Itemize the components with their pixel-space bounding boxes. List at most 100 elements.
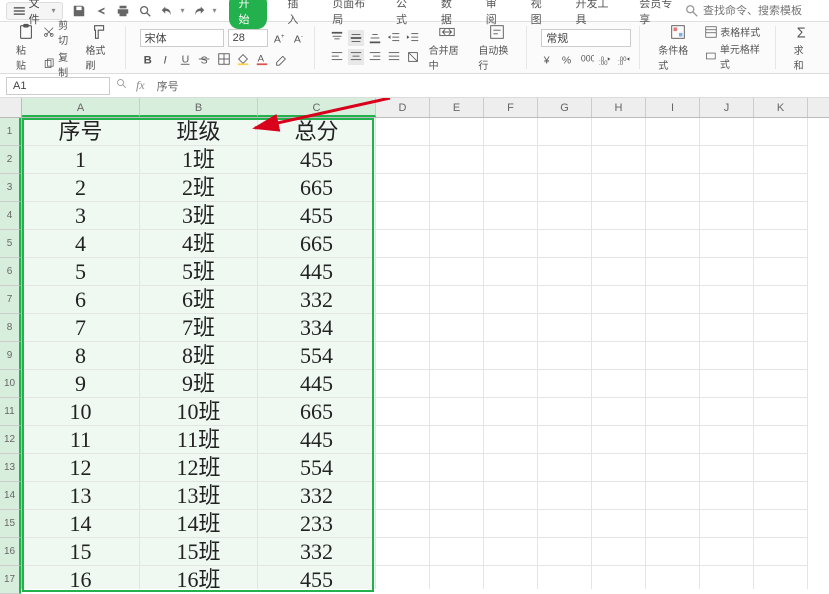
cell[interactable] [646,118,700,146]
cell[interactable]: 3班 [140,202,258,230]
cell[interactable] [754,146,808,174]
align-middle-icon[interactable] [348,30,364,46]
cells-area[interactable]: 序号班级总分11班45522班66533班45544班66555班44566班3… [22,118,829,589]
cell[interactable] [646,202,700,230]
justify-icon[interactable] [386,49,402,65]
cell[interactable]: 445 [258,370,376,398]
comma-icon[interactable]: 000 [579,51,595,67]
cell[interactable] [700,258,754,286]
cell[interactable]: 332 [258,286,376,314]
row-header-8[interactable]: 8 [0,314,21,342]
cell[interactable] [646,482,700,510]
cell[interactable] [376,566,430,589]
cell[interactable] [430,510,484,538]
cell[interactable] [538,538,592,566]
cell[interactable] [538,314,592,342]
share-icon[interactable] [93,3,109,19]
cell[interactable] [592,314,646,342]
cell[interactable] [646,286,700,314]
cell[interactable] [754,566,808,589]
cell[interactable] [430,174,484,202]
cell[interactable] [646,174,700,202]
cell[interactable]: 15 [22,538,140,566]
increase-indent-icon[interactable] [405,30,421,46]
fx-icon[interactable]: fx [136,78,145,93]
cell[interactable] [376,510,430,538]
cell[interactable] [484,370,538,398]
copy-button[interactable]: 复制 [43,49,77,79]
row-header-17[interactable]: 17 [0,566,21,594]
align-center-icon[interactable] [348,49,364,65]
cut-button[interactable]: 剪切 [43,17,77,47]
cell[interactable] [700,426,754,454]
cell[interactable]: 4班 [140,230,258,258]
cell[interactable] [754,510,808,538]
align-top-icon[interactable] [329,30,345,46]
cell[interactable] [538,566,592,589]
cell[interactable]: 5 [22,258,140,286]
cell[interactable] [754,426,808,454]
cell[interactable] [538,482,592,510]
row-header-13[interactable]: 13 [0,454,21,482]
cell[interactable] [592,370,646,398]
chevron-down-icon[interactable]: ▾ [181,6,185,15]
cell[interactable] [538,258,592,286]
cell[interactable] [754,538,808,566]
col-header-B[interactable]: B [140,98,258,117]
cell[interactable] [484,482,538,510]
cell[interactable] [700,230,754,258]
row-header-4[interactable]: 4 [0,202,21,230]
cell[interactable] [430,370,484,398]
cell[interactable] [700,314,754,342]
cell[interactable] [700,342,754,370]
print-icon[interactable] [115,3,131,19]
cell[interactable]: 14 [22,510,140,538]
tab-开始[interactable]: 开始 [229,0,268,29]
col-header-E[interactable]: E [430,98,484,117]
cell[interactable] [538,202,592,230]
cell[interactable] [592,398,646,426]
cell[interactable] [430,314,484,342]
clear-format-icon[interactable] [273,51,289,67]
search-input[interactable] [703,5,823,17]
cell[interactable] [700,482,754,510]
cell[interactable] [430,230,484,258]
cell[interactable]: 13班 [140,482,258,510]
cell[interactable]: 9 [22,370,140,398]
cell[interactable] [376,146,430,174]
cell[interactable]: 班级 [140,118,258,146]
decrease-decimal-icon[interactable]: .00.0 [617,51,633,67]
cell[interactable] [700,174,754,202]
cell[interactable] [754,202,808,230]
cell[interactable] [376,538,430,566]
cell[interactable] [592,482,646,510]
cell[interactable]: 665 [258,398,376,426]
col-header-C[interactable]: C [258,98,376,117]
cell[interactable] [754,118,808,146]
cell[interactable] [376,286,430,314]
cell[interactable] [376,174,430,202]
align-bottom-icon[interactable] [367,30,383,46]
zoom-icon[interactable] [116,78,128,93]
cell[interactable] [646,258,700,286]
cell[interactable] [592,230,646,258]
cell[interactable] [538,174,592,202]
decrease-font-icon[interactable]: A- [292,30,308,46]
format-painter-button[interactable]: 格式刷 [81,23,118,72]
cell[interactable] [592,286,646,314]
cell[interactable]: 12 [22,454,140,482]
cell[interactable] [376,202,430,230]
cell[interactable]: 332 [258,538,376,566]
cell[interactable] [376,454,430,482]
cell[interactable] [754,370,808,398]
cell[interactable] [646,370,700,398]
cell[interactable]: 12班 [140,454,258,482]
cell[interactable] [430,118,484,146]
row-header-5[interactable]: 5 [0,230,21,258]
cell[interactable] [646,510,700,538]
cell[interactable] [484,314,538,342]
cell[interactable]: 233 [258,510,376,538]
cell[interactable] [430,398,484,426]
row-header-10[interactable]: 10 [0,370,21,398]
cell[interactable] [754,482,808,510]
